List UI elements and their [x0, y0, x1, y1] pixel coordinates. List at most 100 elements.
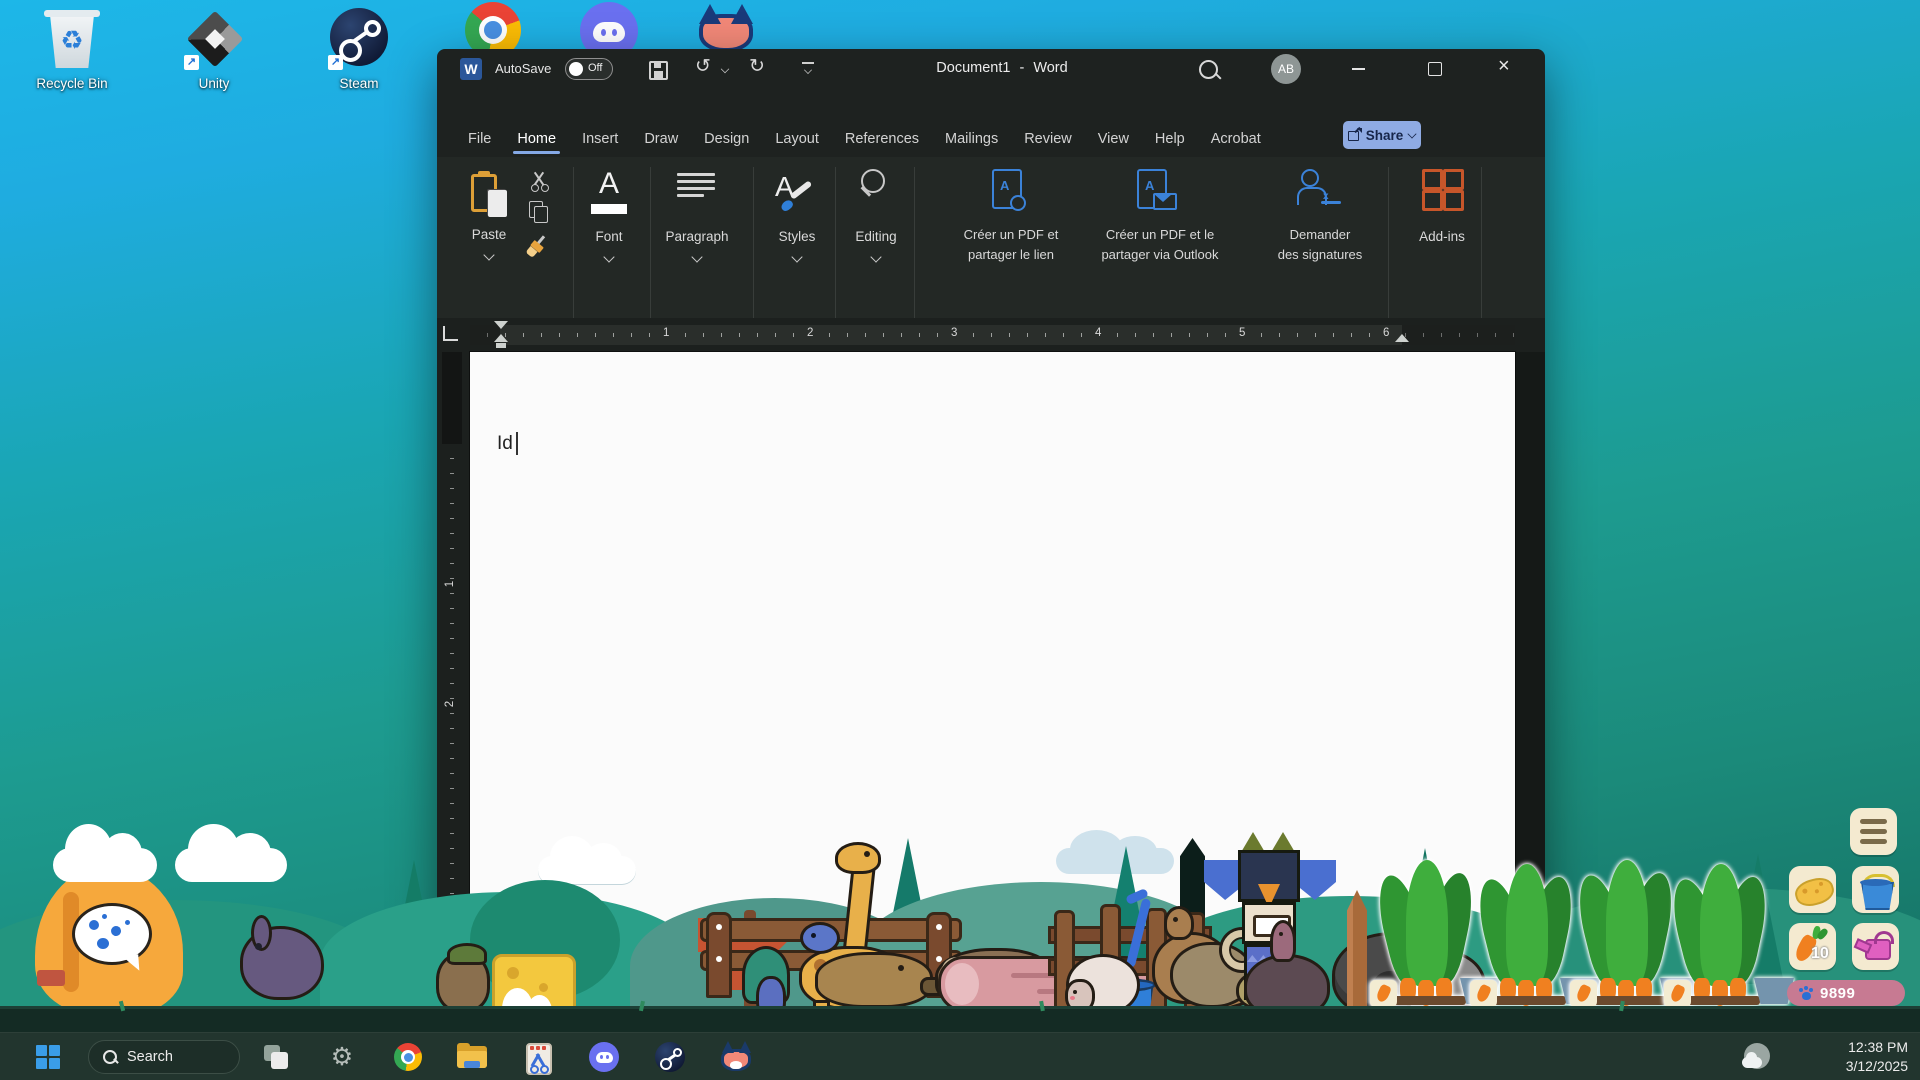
request-signatures-label1[interactable]: Demander — [1257, 227, 1383, 242]
right-indent-marker[interactable] — [1395, 334, 1409, 342]
recycle-bin-label[interactable]: Recycle Bin — [7, 76, 137, 91]
settings-button[interactable]: ⚙ — [326, 1041, 358, 1073]
paste-label[interactable]: Paste — [459, 227, 519, 242]
paw-icon — [1799, 987, 1813, 1000]
tab-home[interactable]: Home — [504, 131, 569, 147]
tab-mailings[interactable]: Mailings — [932, 131, 1011, 147]
undo-dropdown-icon[interactable] — [721, 65, 729, 73]
styles-icon[interactable]: A — [773, 167, 819, 219]
tab-insert[interactable]: Insert — [569, 131, 631, 147]
unity-icon[interactable]: ↗ — [186, 10, 244, 68]
close-button[interactable]: × — [1498, 55, 1510, 78]
chrome-taskbar-icon[interactable] — [392, 1041, 424, 1073]
snipping-tool-icon[interactable] — [522, 1041, 554, 1073]
recycle-bin-icon[interactable]: ♻ — [44, 8, 100, 72]
editing-icon[interactable] — [859, 169, 889, 201]
file-explorer-icon[interactable] — [456, 1041, 488, 1073]
font-icon[interactable]: A — [589, 167, 629, 223]
bucket-button[interactable] — [1852, 866, 1899, 913]
editing-label[interactable]: Editing — [845, 229, 907, 244]
styles-dropdown-icon[interactable] — [791, 251, 802, 262]
autosave-state: Off — [588, 62, 602, 74]
search-icon[interactable] — [1199, 60, 1218, 79]
document-text[interactable]: Id — [497, 433, 513, 455]
paste-icon[interactable] — [471, 171, 507, 217]
vruler-number-2: 2 — [444, 699, 456, 709]
addins-icon[interactable] — [1422, 169, 1462, 209]
hanging-indent-marker[interactable] — [494, 334, 508, 342]
left-indent-marker[interactable] — [496, 343, 506, 348]
taskbar: Search ⚙ — [0, 1032, 1920, 1080]
watering-can-button[interactable] — [1852, 923, 1899, 970]
paste-dropdown-icon[interactable] — [483, 249, 494, 260]
fox-taskbar-icon[interactable] — [720, 1041, 752, 1073]
search-box[interactable]: Search — [88, 1040, 240, 1074]
editing-dropdown-icon[interactable] — [870, 251, 881, 262]
fox-desktop-icon[interactable] — [697, 4, 755, 54]
request-signatures-icon[interactable]: x — [1297, 169, 1343, 217]
word-logo-icon: W — [460, 58, 482, 80]
create-pdf-link-icon[interactable]: A — [992, 169, 1032, 217]
create-pdf-link-label1[interactable]: Créer un PDF et — [942, 227, 1080, 242]
minimize-button[interactable] — [1352, 68, 1365, 70]
clock-date: 3/12/2025 — [1782, 1057, 1908, 1076]
wooden-post — [1347, 890, 1367, 1018]
request-signatures-label2[interactable]: des signatures — [1247, 247, 1393, 262]
redo-icon[interactable]: ↻ — [749, 55, 765, 78]
paragraph-icon[interactable] — [677, 173, 715, 201]
create-pdf-outlook-label2[interactable]: partager via Outlook — [1077, 247, 1243, 262]
carrot-tag — [1570, 980, 1597, 1007]
steam-taskbar-icon[interactable] — [654, 1041, 686, 1073]
horizontal-ruler[interactable]: 1 2 3 4 5 6 — [470, 325, 1515, 345]
unity-label[interactable]: Unity — [149, 76, 279, 91]
cut-icon[interactable] — [529, 171, 549, 191]
create-pdf-outlook-icon[interactable]: A — [1137, 169, 1179, 217]
share-button[interactable]: Share — [1343, 121, 1421, 149]
styles-button-label[interactable]: Styles — [767, 229, 827, 244]
save-icon[interactable] — [649, 61, 668, 80]
tab-help[interactable]: Help — [1142, 131, 1198, 147]
menu-bar: File Home Insert Draw Design Layout Refe… — [455, 123, 1274, 155]
ruler-number-6: 6 — [1380, 327, 1392, 339]
weather-tray-icon[interactable] — [1742, 1043, 1772, 1071]
tab-acrobat[interactable]: Acrobat — [1198, 131, 1274, 147]
share-dropdown-icon — [1408, 129, 1417, 138]
titlebar[interactable]: W AutoSave Off ↺ ↻ Document1 - Word AB — [437, 49, 1545, 89]
quick-access-customize-icon[interactable] — [802, 62, 814, 64]
tab-review[interactable]: Review — [1011, 131, 1085, 147]
create-pdf-link-label2[interactable]: partager le lien — [942, 247, 1080, 262]
tab-file[interactable]: File — [455, 131, 504, 147]
font-label[interactable]: Font — [579, 229, 639, 244]
first-line-indent-marker[interactable] — [494, 321, 508, 329]
steam-icon[interactable]: ↗ — [330, 8, 388, 68]
game-menu-button[interactable] — [1850, 808, 1897, 855]
copy-icon[interactable] — [529, 201, 549, 223]
clock[interactable]: 12:38 PM 3/12/2025 — [1782, 1038, 1908, 1076]
create-pdf-outlook-label1[interactable]: Créer un PDF et le — [1077, 227, 1243, 242]
account-avatar[interactable]: AB — [1271, 54, 1301, 84]
tab-references[interactable]: References — [832, 131, 932, 147]
search-icon — [103, 1050, 118, 1065]
undo-icon[interactable]: ↺ — [695, 55, 711, 78]
addins-button-label[interactable]: Add-ins — [1409, 229, 1475, 244]
autosave-toggle[interactable]: Off — [565, 58, 613, 80]
tab-layout[interactable]: Layout — [762, 131, 832, 147]
tab-draw[interactable]: Draw — [631, 131, 691, 147]
maximize-button[interactable] — [1428, 62, 1442, 76]
tab-design[interactable]: Design — [691, 131, 762, 147]
carrot-button[interactable]: 10 — [1789, 923, 1836, 970]
font-dropdown-icon[interactable] — [603, 251, 614, 262]
paragraph-dropdown-icon[interactable] — [691, 251, 702, 262]
tab-selector[interactable] — [443, 326, 458, 341]
shortcut-arrow-icon: ↗ — [184, 55, 199, 70]
carrot-count: 10 — [1811, 945, 1829, 963]
paragraph-label[interactable]: Paragraph — [662, 229, 732, 244]
discord-taskbar-icon[interactable] — [588, 1041, 620, 1073]
start-button[interactable] — [32, 1041, 64, 1073]
format-painter-icon[interactable] — [527, 235, 551, 257]
sponge-button[interactable] — [1789, 866, 1836, 913]
steam-label[interactable]: Steam — [294, 76, 424, 91]
task-view-button[interactable] — [262, 1043, 294, 1075]
tab-view[interactable]: View — [1085, 131, 1142, 147]
desktop: ♻ Recycle Bin ↗ Unity ↗ Steam W AutoSave — [0, 0, 1920, 1080]
